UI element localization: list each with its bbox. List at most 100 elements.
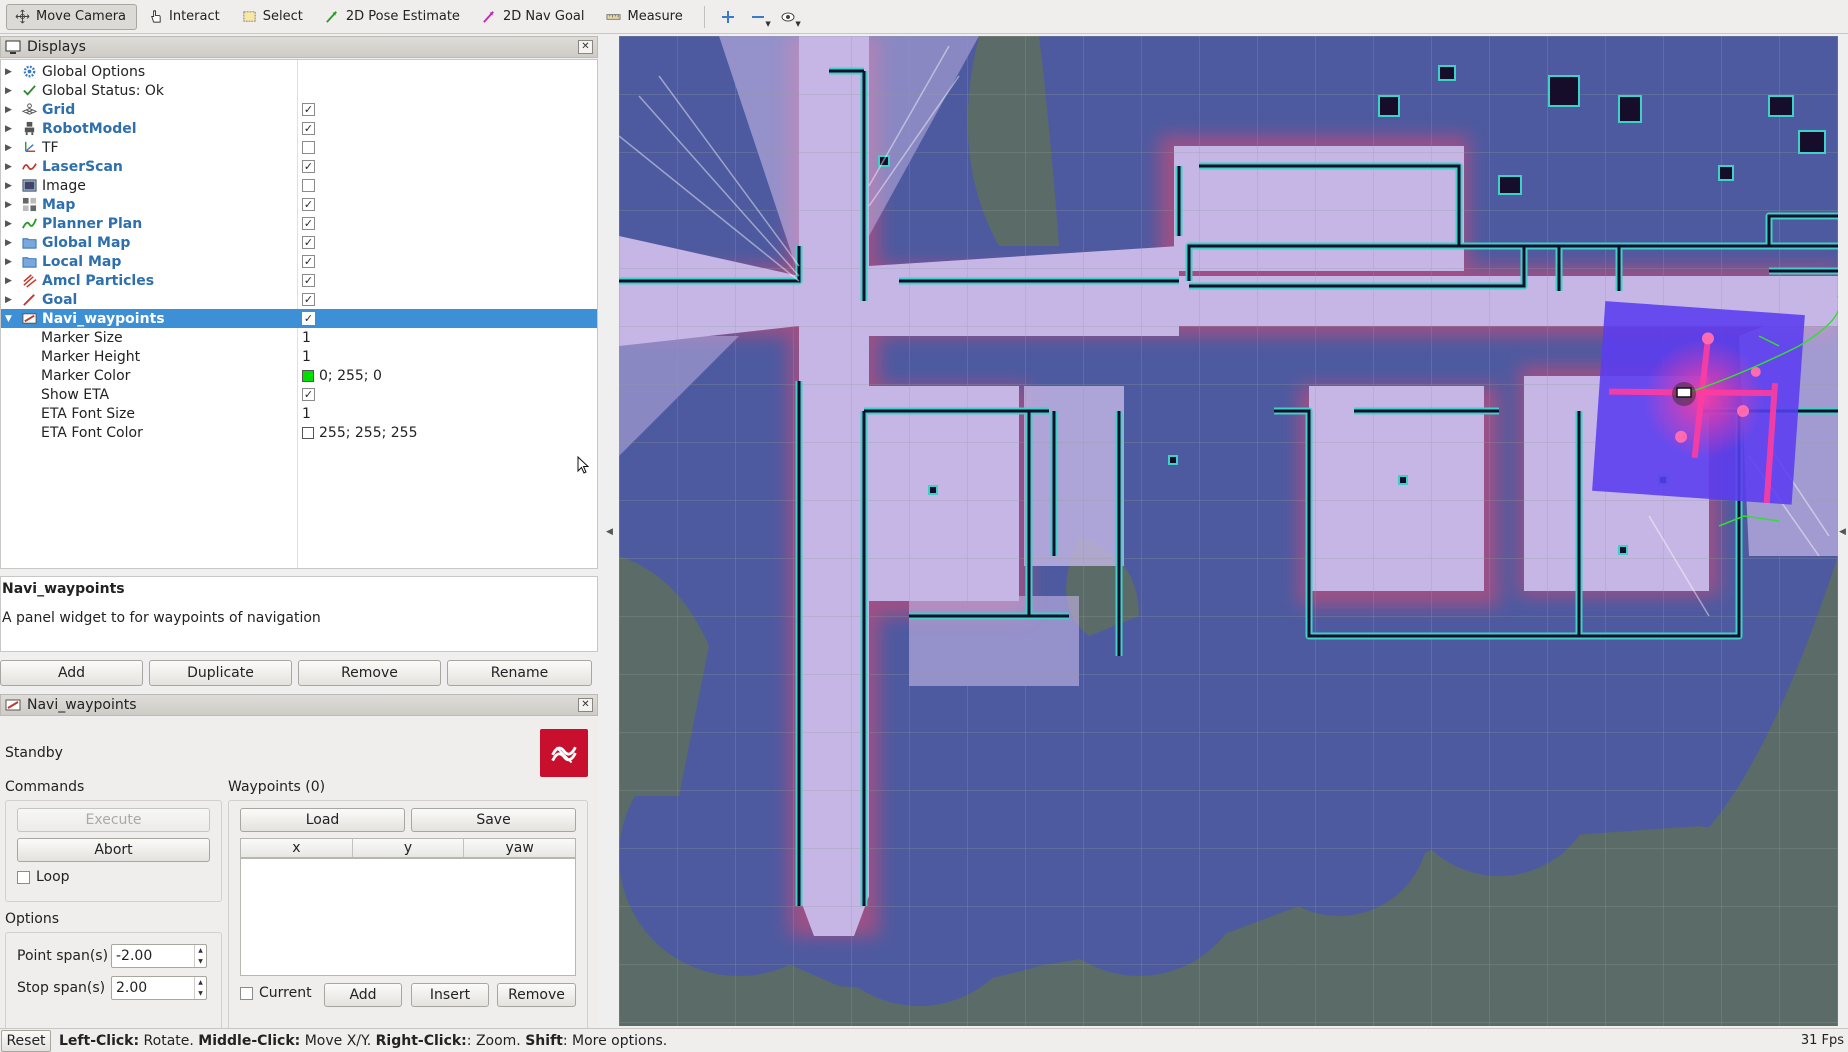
- expand-arrow-icon[interactable]: ▶: [5, 200, 13, 210]
- add-tool-button[interactable]: [713, 4, 743, 30]
- display-enabled-checkbox[interactable]: ✓: [302, 122, 315, 135]
- display-enabled-checkbox[interactable]: ✓: [302, 274, 315, 287]
- display-enabled-checkbox[interactable]: ✓: [302, 160, 315, 173]
- execute-button[interactable]: Execute: [17, 808, 210, 832]
- loop-checkbox[interactable]: [17, 870, 30, 884]
- property-value[interactable]: ✓: [302, 388, 315, 401]
- spin-arrows-icon[interactable]: ▲ ▼: [194, 977, 206, 999]
- property-value[interactable]: 0; 255; 0: [302, 368, 382, 384]
- rename-display-button[interactable]: Rename: [447, 660, 592, 686]
- save-button[interactable]: Save: [411, 808, 576, 832]
- tool-measure[interactable]: Measure: [597, 4, 693, 30]
- display-enabled-checkbox[interactable]: ✓: [302, 198, 315, 211]
- spin-arrows-icon[interactable]: ▲ ▼: [194, 945, 206, 967]
- display-item-global-map[interactable]: ▶ Global Map ✓: [1, 233, 597, 252]
- display-item-map[interactable]: ▶ Map ✓: [1, 195, 597, 214]
- display-item-global-options[interactable]: ▶ Global Options: [1, 62, 597, 81]
- remove-waypoint-button[interactable]: Remove: [497, 983, 576, 1007]
- property-marker-size[interactable]: Marker Size 1: [1, 328, 597, 347]
- waypoints-table-body[interactable]: [240, 858, 576, 976]
- tool-2d-nav-goal[interactable]: 2D Nav Goal: [473, 4, 596, 30]
- close-displays-button[interactable]: ✕: [578, 40, 593, 54]
- right-dock-handle[interactable]: ◀: [1838, 36, 1848, 1026]
- tool-select[interactable]: Select: [233, 4, 314, 30]
- column-header-yaw[interactable]: yaw: [464, 839, 575, 857]
- tool-move-camera[interactable]: Move Camera: [6, 3, 138, 30]
- add-display-button[interactable]: Add: [0, 660, 143, 686]
- display-item-grid[interactable]: ▶ Grid ✓: [1, 100, 597, 119]
- display-item-robotmodel[interactable]: ▶ RobotModel ✓: [1, 119, 597, 138]
- property-value[interactable]: 255; 255; 255: [302, 425, 418, 441]
- add-waypoint-button[interactable]: Add: [324, 983, 402, 1007]
- dropdown-arrow-icon[interactable]: ▼: [795, 20, 800, 28]
- commands-group: Execute Abort Loop: [5, 800, 222, 902]
- property-eta-font-size[interactable]: ETA Font Size 1: [1, 404, 597, 423]
- display-enabled-checkbox[interactable]: ✓: [302, 236, 315, 249]
- expand-arrow-icon[interactable]: ▶: [5, 219, 13, 229]
- show-eta-checkbox[interactable]: ✓: [302, 388, 315, 401]
- expand-arrow-icon[interactable]: ▶: [5, 295, 13, 305]
- display-item-navi-waypoints[interactable]: ▼ Navi_waypoints ✓: [1, 309, 597, 328]
- waypoints-icon: [22, 311, 37, 326]
- current-checkbox[interactable]: [240, 986, 253, 1000]
- remove-tool-button[interactable]: ▼: [743, 4, 773, 30]
- color-swatch[interactable]: [302, 426, 314, 439]
- property-marker-color[interactable]: Marker Color 0; 255; 0: [1, 366, 597, 385]
- column-header-x[interactable]: x: [241, 839, 353, 857]
- property-marker-height[interactable]: Marker Height 1: [1, 347, 597, 366]
- collapse-left-arrow-icon[interactable]: ◀: [606, 527, 613, 537]
- display-enabled-checkbox[interactable]: [302, 179, 315, 192]
- folder-icon: [22, 254, 37, 269]
- expand-arrow-icon[interactable]: ▶: [5, 105, 13, 115]
- laser-scan-icon: [22, 159, 37, 174]
- remove-display-button[interactable]: Remove: [298, 660, 441, 686]
- property-show-eta[interactable]: Show ETA ✓: [1, 385, 597, 404]
- color-swatch[interactable]: [302, 369, 314, 382]
- column-header-y[interactable]: y: [353, 839, 465, 857]
- render-viewport[interactable]: [619, 36, 1838, 1026]
- expand-arrow-icon[interactable]: ▶: [5, 238, 13, 248]
- display-item-goal[interactable]: ▶ Goal ✓: [1, 290, 597, 309]
- expand-right-arrow-icon[interactable]: ◀: [1839, 527, 1846, 537]
- display-item-image[interactable]: ▶ Image: [1, 176, 597, 195]
- display-item-tf[interactable]: ▶ TF: [1, 138, 597, 157]
- display-enabled-checkbox[interactable]: ✓: [302, 255, 315, 268]
- property-value[interactable]: 1: [302, 349, 311, 365]
- expand-arrow-icon[interactable]: ▶: [5, 124, 13, 134]
- expand-arrow-icon[interactable]: ▶: [5, 143, 13, 153]
- tool-interact[interactable]: Interact: [139, 4, 231, 30]
- expand-arrow-icon[interactable]: ▶: [5, 67, 13, 77]
- tool-2d-pose-estimate[interactable]: 2D Pose Estimate: [316, 4, 471, 30]
- expand-arrow-icon[interactable]: ▶: [5, 86, 13, 96]
- stop-span-spinbox[interactable]: 2.00 ▲ ▼: [111, 976, 207, 1000]
- expand-arrow-icon[interactable]: ▶: [5, 162, 13, 172]
- property-value[interactable]: 1: [302, 330, 311, 346]
- map-render[interactable]: [619, 36, 1838, 1026]
- display-item-global-status-ok[interactable]: ▶ Global Status: Ok: [1, 81, 597, 100]
- point-span-spinbox[interactable]: -2.00 ▲ ▼: [111, 944, 207, 968]
- expand-arrow-icon[interactable]: ▶: [5, 181, 13, 191]
- display-enabled-checkbox[interactable]: ✓: [302, 312, 315, 325]
- expand-arrow-icon[interactable]: ▶: [5, 276, 13, 286]
- display-enabled-checkbox[interactable]: [302, 141, 315, 154]
- display-item-amcl-particles[interactable]: ▶ Amcl Particles ✓: [1, 271, 597, 290]
- property-eta-font-color[interactable]: ETA Font Color 255; 255; 255: [1, 423, 597, 442]
- duplicate-display-button[interactable]: Duplicate: [149, 660, 292, 686]
- display-enabled-checkbox[interactable]: ✓: [302, 103, 315, 116]
- tool-label: Select: [262, 9, 303, 24]
- views-button[interactable]: ▼: [773, 4, 803, 30]
- property-value[interactable]: 1: [302, 406, 311, 422]
- display-item-laserscan[interactable]: ▶ LaserScan ✓: [1, 157, 597, 176]
- load-button[interactable]: Load: [240, 808, 405, 832]
- display-item-planner-plan[interactable]: ▶ Planner Plan ✓: [1, 214, 597, 233]
- collapse-arrow-icon[interactable]: ▼: [5, 314, 13, 324]
- abort-button[interactable]: Abort: [17, 838, 210, 862]
- insert-waypoint-button[interactable]: Insert: [411, 983, 489, 1007]
- expand-arrow-icon[interactable]: ▶: [5, 257, 13, 267]
- reset-button[interactable]: Reset: [1, 1029, 51, 1052]
- close-navi-panel-button[interactable]: ✕: [578, 698, 593, 712]
- display-enabled-checkbox[interactable]: ✓: [302, 293, 315, 306]
- display-item-local-map[interactable]: ▶ Local Map ✓: [1, 252, 597, 271]
- display-enabled-checkbox[interactable]: ✓: [302, 217, 315, 230]
- dropdown-arrow-icon[interactable]: ▼: [765, 20, 770, 28]
